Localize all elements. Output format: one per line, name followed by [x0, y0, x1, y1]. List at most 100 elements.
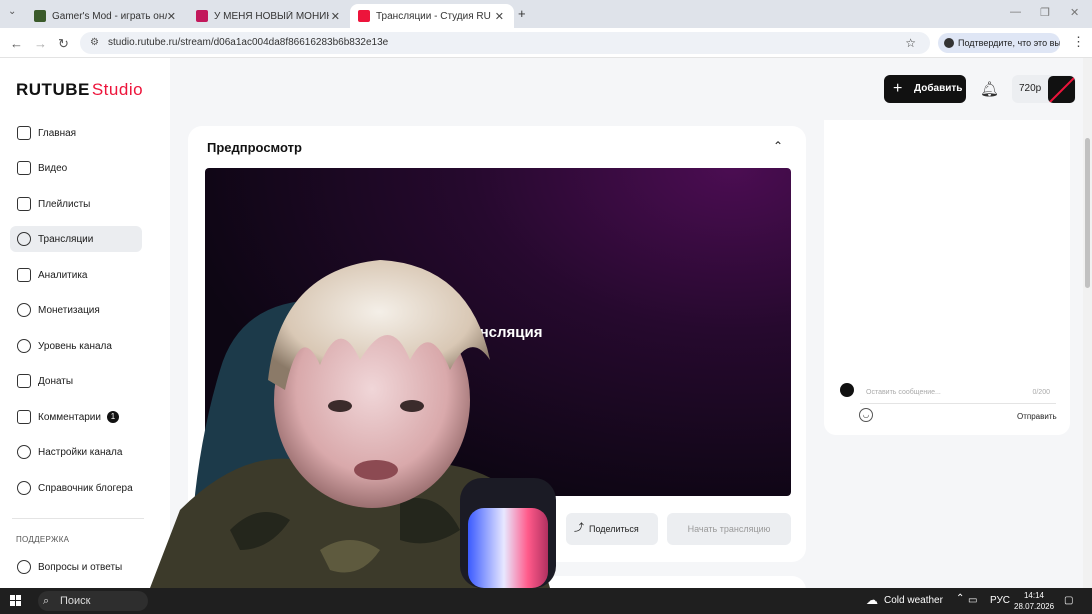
sidebar-item-label: Аналитика: [38, 269, 88, 281]
help-icon: [17, 560, 31, 574]
tab-close-icon[interactable]: ✕: [331, 10, 340, 23]
add-button-label: Добавить: [914, 83, 963, 94]
maximize-icon[interactable]: ❐: [1040, 6, 1050, 19]
sidebar-item-video[interactable]: Видео: [10, 155, 142, 181]
browser-tab-gamers-mod[interactable]: Gamer's Mod - играть онлайн ✕: [26, 4, 186, 28]
new-tab-button[interactable]: +: [518, 6, 526, 21]
analytics-icon: [17, 268, 31, 282]
emoji-icon[interactable]: ◡: [859, 408, 873, 422]
address-bar-row: ← → ↻ ⚙ studio.rutube.ru/stream/d06a1ac0…: [0, 28, 1092, 58]
sidebar-item-label: Комментарии: [38, 411, 101, 423]
search-icon: ⌕: [43, 595, 50, 607]
sidebar-item-label: Уровень канала: [38, 340, 112, 352]
sidebar-item-comments[interactable]: Комментарии 1: [10, 404, 142, 430]
sidebar-item-channel-settings[interactable]: Настройки канала: [10, 439, 142, 465]
share-button[interactable]: ⤴ Поделиться: [566, 513, 658, 545]
preview-title: Предпросмотр: [207, 140, 302, 155]
taskbar-search[interactable]: ⌕ Поиск: [38, 591, 148, 611]
tab-title: У МЕНЯ НОВЫЙ МОНИК!! СТРИМ: [214, 10, 329, 22]
sidebar-item-label: Трансляции: [38, 233, 94, 245]
star-icon: [17, 339, 31, 353]
notifications-bell-icon[interactable]: 🔔︎: [980, 80, 999, 98]
chat-panel: Оставить сообщение... 0/200 ◡ Отправить: [824, 120, 1070, 435]
reload-icon[interactable]: ↻: [58, 36, 69, 52]
gear-icon: [17, 445, 31, 459]
back-icon[interactable]: ←: [10, 36, 23, 51]
tab-close-icon[interactable]: ✕: [167, 10, 176, 23]
start-stream-button[interactable]: Начать трансляцию: [667, 513, 791, 545]
taskbar-search-label: Поиск: [60, 595, 91, 607]
chat-placeholder: Оставить сообщение...: [866, 389, 941, 396]
tab-title: Gamer's Mod - играть онлайн: [52, 10, 167, 22]
sidebar-item-playlists[interactable]: Плейлисты: [10, 191, 142, 217]
tab-close-icon[interactable]: ✕: [495, 10, 504, 23]
broadcast-icon: [17, 232, 31, 246]
windows-taskbar: ⌕ Поиск ☁ Cold weather ⌃ ▭ РУС 14:14 28.…: [0, 588, 1092, 614]
webcam-person-image: [150, 260, 556, 588]
sidebar-item-channel-level[interactable]: Уровень канала: [10, 333, 142, 359]
tab-favicon-icon: [34, 10, 46, 22]
taskbar-clock[interactable]: 14:14 28.07.2026: [1014, 590, 1054, 612]
tab-favicon-icon: [196, 10, 208, 22]
site-info-icon[interactable]: ⚙: [90, 32, 99, 54]
support-heading: ПОДДЕРЖКА: [16, 535, 70, 544]
sidebar-item-broadcasts[interactable]: Трансляции: [10, 226, 142, 252]
language-indicator[interactable]: РУС: [990, 595, 1010, 606]
windows-start-icon[interactable]: [10, 595, 22, 607]
weather-icon[interactable]: ☁: [866, 593, 878, 607]
add-button[interactable]: + Добавить: [884, 75, 966, 103]
comments-icon: [17, 410, 31, 424]
forward-icon[interactable]: →: [34, 36, 47, 51]
sidebar-item-label: Видео: [38, 162, 68, 174]
sidebar-item-label: Вопросы и ответы: [38, 561, 123, 573]
user-avatar[interactable]: [1048, 76, 1075, 103]
profile-icon: [944, 38, 954, 48]
rutube-studio-logo[interactable]: RUTUBE Studio: [16, 80, 143, 100]
sidebar-item-home[interactable]: Главная: [10, 120, 142, 146]
window-close-icon[interactable]: ✕: [1070, 6, 1079, 19]
sidebar-item-label: Настройки канала: [38, 446, 123, 458]
sidebar-item-donates[interactable]: Донаты: [10, 368, 142, 394]
weather-text[interactable]: Cold weather: [884, 595, 943, 606]
donate-icon: [17, 374, 31, 388]
browser-tab-rutube-studio[interactable]: Трансляции - Студия RUTUBE ✕: [350, 4, 514, 28]
sidebar: RUTUBE Studio Главная Видео Плейлисты Тра…: [0, 58, 170, 588]
webcam-overlay: [150, 250, 570, 588]
identity-confirm-chip[interactable]: Подтвердите, что это вы: [938, 33, 1060, 53]
collapse-chevron-icon[interactable]: ⌃: [773, 139, 783, 153]
browser-menu-icon[interactable]: ⋮: [1072, 34, 1085, 50]
url-field[interactable]: ⚙ studio.rutube.ru/stream/d06a1ac004da8f…: [80, 32, 930, 54]
sidebar-item-faq[interactable]: Вопросы и ответы: [10, 554, 142, 580]
tab-list-chevron-icon[interactable]: ⌄: [8, 6, 16, 17]
chat-char-count: 0/200: [1032, 389, 1050, 396]
tab-favicon-icon: [358, 10, 370, 22]
quality-label: 720р: [1019, 83, 1042, 94]
start-stream-label: Начать трансляцию: [687, 524, 771, 534]
network-icon[interactable]: ▭: [968, 595, 977, 606]
minimize-icon[interactable]: —: [1010, 6, 1021, 18]
notifications-center-icon[interactable]: ▢: [1064, 595, 1073, 606]
clock-time: 14:14: [1023, 591, 1045, 600]
share-icon: ⤴: [574, 523, 584, 534]
sidebar-item-label: Плейлисты: [38, 198, 91, 210]
scrollbar-thumb[interactable]: [1085, 138, 1090, 288]
sidebar-divider: [12, 518, 144, 519]
bookmark-star-icon[interactable]: ☆: [905, 32, 916, 54]
home-icon: [17, 126, 31, 140]
sidebar-item-analytics[interactable]: Аналитика: [10, 262, 142, 288]
info-icon: [17, 481, 31, 495]
comments-count-badge: 1: [106, 411, 119, 423]
page-scrollbar[interactable]: [1083, 58, 1092, 588]
tray-chevron-icon[interactable]: ⌃: [956, 593, 964, 604]
tab-title: Трансляции - Студия RUTUBE: [376, 10, 491, 22]
sidebar-item-blogger-guide[interactable]: Справочник блогера: [10, 475, 142, 501]
playlist-icon: [17, 197, 31, 211]
sidebar-item-monetization[interactable]: Монетизация: [10, 297, 142, 323]
monetization-icon: [17, 303, 31, 317]
browser-tab-stream[interactable]: У МЕНЯ НОВЫЙ МОНИК!! СТРИМ ✕: [188, 4, 350, 28]
sidebar-item-label: Главная: [38, 127, 77, 139]
send-button[interactable]: Отправить: [1017, 412, 1057, 421]
logo-main-text: RUTUBE: [16, 80, 90, 99]
chat-user-avatar: [840, 383, 854, 397]
chat-message-input[interactable]: Оставить сообщение... 0/200: [860, 382, 1056, 404]
